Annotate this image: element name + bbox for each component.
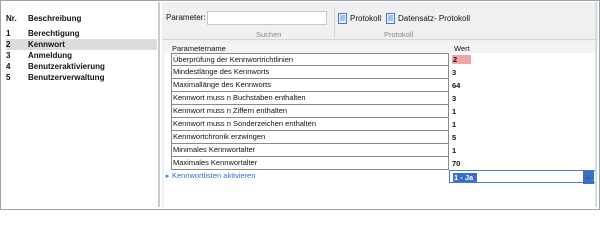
category-item-berechtigung[interactable]: 1 Berechtigung [6, 28, 157, 39]
parameter-name: Kennwort muss n Buchstaben enthalten [171, 92, 449, 105]
protocol-button[interactable]: Protokoll [338, 11, 381, 25]
vertical-scrollbar[interactable] [595, 2, 597, 207]
parameter-value[interactable]: 70 [449, 157, 597, 170]
grid-row[interactable]: Kennwort muss n Buchstaben enthalten 3 [164, 92, 598, 105]
grid-row[interactable]: Kennwort muss n Ziffern enthalten 1 [164, 105, 598, 118]
protocol-button-label: Protokoll [350, 13, 382, 23]
parameter-name: Maximales Kennwortalter [171, 157, 449, 170]
category-nr: 5 [6, 73, 11, 82]
record-protocol-button-label: Datensatz- Protokoll [398, 13, 471, 23]
parameter-name: Kennwort muss n Ziffern enthalten [171, 105, 449, 118]
parameter-value[interactable]: 3 [449, 66, 597, 79]
parameter-value-dropdown[interactable]: 1 - Ja ⌄ [449, 170, 597, 184]
row-indicator-icon: ▸ [165, 173, 170, 180]
parameter-label: Parameter: [166, 13, 206, 22]
parameter-value[interactable]: 1 [449, 118, 597, 131]
parameter-value-text: 2 [452, 55, 472, 64]
parameter-name: Minimales Kennwortalter [171, 144, 449, 157]
dropdown-selected-value: 1 - Ja [453, 173, 478, 182]
parameter-name: Kennwort muss n Sonderzeichen enthalten [171, 118, 449, 131]
grid-row[interactable]: Mindestlänge des Kennworts 3 [164, 66, 598, 79]
parameter-search-input[interactable] [207, 11, 327, 25]
grid-header: Parametername Wert [164, 43, 598, 53]
parameter-value[interactable]: 1 [449, 105, 597, 118]
parameter-grid: Parametername Wert Überprüfung der Kennw… [164, 43, 598, 207]
parameter-name: Mindestlänge des Kennworts [171, 66, 449, 79]
chevron-down-icon[interactable]: ⌄ [583, 171, 594, 184]
category-item-benutzeraktivierung[interactable]: 4 Benutzeraktivierung [6, 61, 157, 72]
parameter-name: Kennwortchronik erzwingen [171, 131, 449, 144]
grid-row-active[interactable]: ▸ Kennwortlisten aktivieren 1 - Ja ⌄ [164, 170, 598, 184]
parameter-value[interactable]: 5 [449, 131, 597, 144]
parameter-value[interactable]: 2 [449, 53, 597, 66]
parameter-value[interactable]: 3 [449, 92, 597, 105]
search-group-caption: Suchen [256, 30, 282, 39]
protocol-icon [338, 12, 347, 24]
column-header-wert[interactable]: Wert [454, 44, 470, 53]
category-nr: 2 [6, 40, 11, 49]
category-label: Berechtigung [28, 29, 80, 38]
toolbar: Parameter: Suchen Protokoll Datensatz- P… [162, 2, 598, 40]
toolbar-separator [334, 9, 335, 37]
category-nr: 3 [6, 51, 11, 60]
category-label: Kennwort [28, 40, 65, 49]
category-item-kennwort[interactable]: 2 Kennwort [6, 39, 157, 50]
category-label: Anmeldung [28, 51, 72, 60]
record-protocol-button[interactable]: Datensatz- Protokoll [386, 11, 470, 25]
parameter-name: Maximallänge des Kennworts [171, 79, 449, 92]
grid-row[interactable]: Kennwort muss n Sonderzeichen enthalten … [164, 118, 598, 131]
column-header-parametername[interactable]: Parametername [172, 44, 226, 53]
grid-row[interactable]: Minimales Kennwortalter 1 [164, 144, 598, 157]
category-nr: 4 [6, 62, 11, 71]
category-item-benutzerverwaltung[interactable]: 5 Benutzerverwaltung [6, 72, 157, 83]
header-nr: Nr. [6, 14, 17, 23]
protocol-group-caption: Protokoll [384, 30, 414, 39]
grid-row[interactable]: Überprüfung der Kennwortrichtlinien 2 [164, 53, 598, 66]
grid-row[interactable]: Kennwortchronik erzwingen 5 [164, 131, 598, 144]
parameter-name: Kennwortlisten aktivieren [171, 170, 449, 183]
panel-splitter[interactable] [158, 2, 160, 207]
header-description: Beschreibung [28, 14, 82, 23]
record-protocol-icon [386, 12, 395, 24]
grid-row[interactable]: Maximallänge des Kennworts 64 [164, 79, 598, 92]
parameter-name: Überprüfung der Kennwortrichtlinien [171, 53, 449, 66]
parameter-panel: Parameter: Suchen Protokoll Datensatz- P… [162, 2, 598, 207]
category-list: Nr. Beschreibung 1 Berechtigung 2 Kennwo… [2, 2, 157, 207]
category-nr: 1 [6, 29, 11, 38]
category-label: Benutzerverwaltung [28, 73, 105, 82]
parameter-value[interactable]: 64 [449, 79, 597, 92]
category-label: Benutzeraktivierung [28, 62, 105, 71]
parameter-value[interactable]: 1 [449, 144, 597, 157]
category-item-anmeldung[interactable]: 3 Anmeldung [6, 50, 157, 61]
grid-row[interactable]: Maximales Kennwortalter 70 [164, 157, 598, 170]
